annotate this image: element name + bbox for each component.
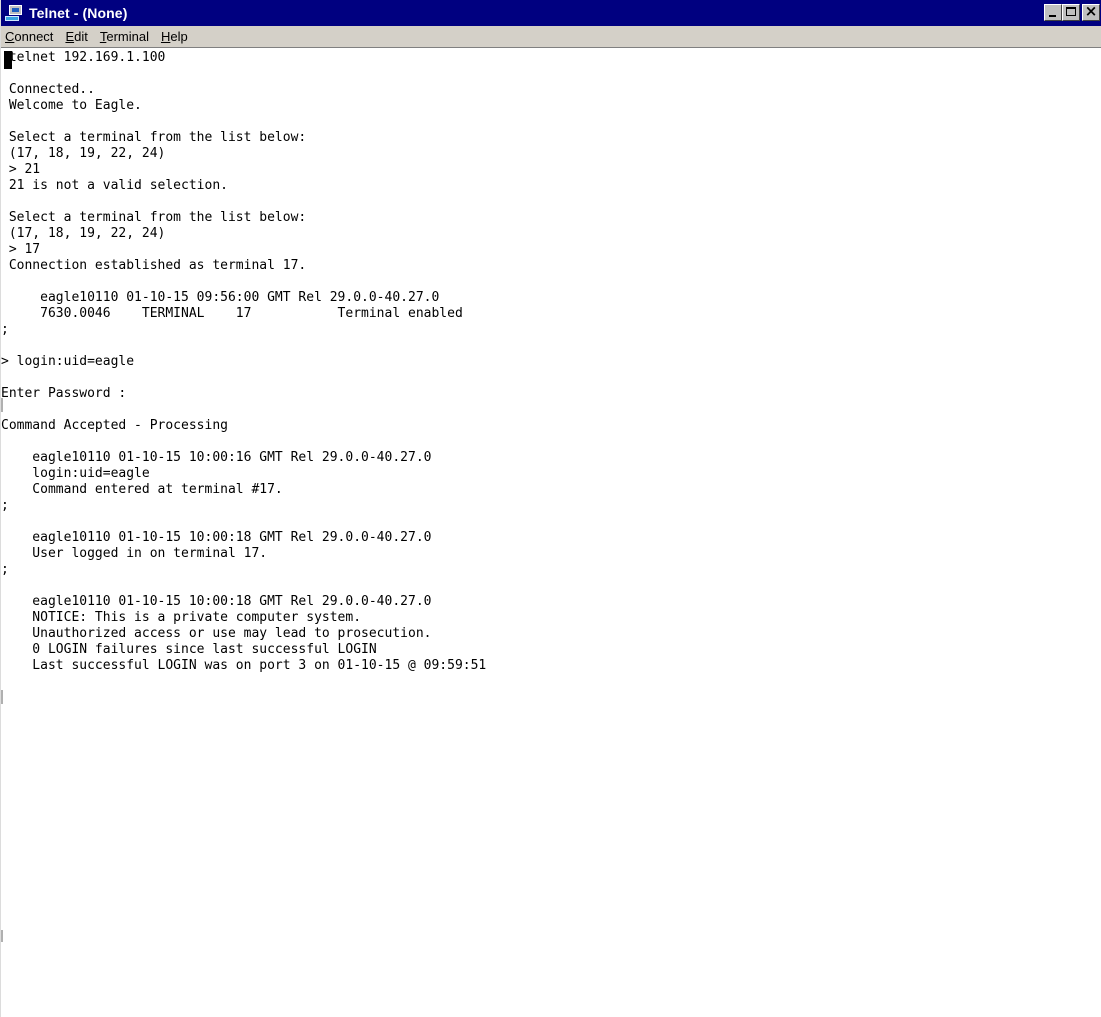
left-edge-mark <box>1 690 3 704</box>
menu-edit[interactable]: Edit <box>59 29 93 44</box>
menu-terminal[interactable]: Terminal <box>94 29 155 44</box>
window-controls: × <box>1044 2 1100 21</box>
close-button[interactable]: × <box>1082 2 1100 21</box>
left-edge-mark <box>1 930 3 942</box>
left-edge-mark <box>1 398 3 412</box>
telnet-window: Telnet - (None) × Connect Edit Terminal … <box>0 0 1101 1017</box>
telnet-app-icon[interactable] <box>5 4 25 22</box>
maximize-button[interactable] <box>1062 4 1080 21</box>
window-title: Telnet - (None) <box>29 5 128 21</box>
menu-bar: Connect Edit Terminal Help <box>1 26 1101 48</box>
close-icon: × <box>1084 2 1098 20</box>
terminal-output[interactable]: telnet 192.169.1.100 Connected.. Welcome… <box>1 50 486 674</box>
minimize-button[interactable] <box>1044 4 1062 21</box>
menu-help[interactable]: Help <box>155 29 194 44</box>
title-bar[interactable]: Telnet - (None) × <box>1 0 1101 26</box>
menu-connect[interactable]: Connect <box>1 29 59 44</box>
